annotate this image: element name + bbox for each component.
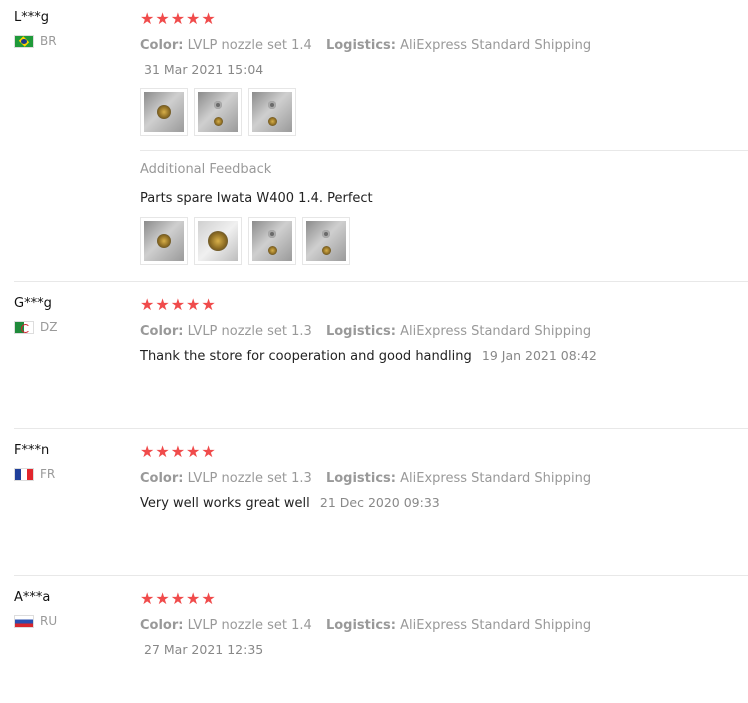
review-divider	[14, 575, 748, 576]
reviewer-info: F***n FR	[14, 443, 134, 481]
reviewer-country: BR	[14, 34, 134, 48]
review-photos	[140, 88, 748, 136]
review-divider	[14, 281, 748, 282]
logistics-value: AliExpress Standard Shipping	[400, 471, 592, 486]
color-value: LVLP nozzle set 1.3	[187, 324, 312, 339]
review-date: 31 Mar 2021 15:04	[144, 62, 264, 77]
additional-feedback-text: Parts spare Iwata W400 1.4. Perfect	[140, 191, 373, 206]
color-value: LVLP nozzle set 1.3	[187, 471, 312, 486]
additional-feedback-title: Additional Feedback	[140, 162, 272, 177]
logistics-label: Logistics:	[325, 618, 396, 633]
star-rating: ★★★★★	[140, 589, 217, 608]
review-date: 27 Mar 2021 12:35	[144, 642, 264, 657]
review-meta: Color: LVLP nozzle set 1.4 Logistics: Al…	[140, 37, 748, 54]
color-label: Color:	[140, 471, 184, 486]
reviewer-name: F***n	[14, 443, 50, 458]
logistics-value: AliExpress Standard Shipping	[400, 324, 592, 339]
review-photo[interactable]	[194, 217, 242, 265]
review-meta: Color: LVLP nozzle set 1.3 Logistics: Al…	[140, 323, 748, 340]
review-meta: Color: LVLP nozzle set 1.4 Logistics: Al…	[140, 617, 748, 634]
reviewer-info: G***g DZ	[14, 296, 134, 334]
star-rating: ★★★★★	[140, 295, 217, 314]
color-label: Color:	[140, 38, 184, 53]
color-value: LVLP nozzle set 1.4	[187, 618, 312, 633]
review-text: Thank the store for cooperation and good…	[140, 349, 472, 364]
logistics-value: AliExpress Standard Shipping	[400, 618, 592, 633]
review-body: ★★★★★ Color: LVLP nozzle set 1.3 Logisti…	[140, 443, 748, 512]
reviewer-country: RU	[14, 614, 134, 628]
country-code: BR	[40, 34, 57, 48]
review-date: 21 Dec 2020 09:33	[319, 495, 440, 510]
flag-br-icon	[14, 34, 34, 48]
review-photo[interactable]	[140, 217, 188, 265]
country-code: RU	[40, 614, 58, 628]
logistics-label: Logistics:	[325, 471, 396, 486]
review-body: ★★★★★ Color: LVLP nozzle set 1.3 Logisti…	[140, 296, 748, 365]
review-photo[interactable]	[302, 217, 350, 265]
review-content: Thank the store for cooperation and good…	[140, 348, 748, 365]
review-body: ★★★★★ Color: LVLP nozzle set 1.4 Logisti…	[140, 9, 748, 265]
color-label: Color:	[140, 618, 184, 633]
review-date: 19 Jan 2021 08:42	[481, 348, 597, 363]
star-rating: ★★★★★	[140, 9, 217, 28]
review-photo[interactable]	[140, 88, 188, 136]
color-value: LVLP nozzle set 1.4	[187, 38, 312, 53]
country-code: FR	[40, 467, 56, 481]
review-photo[interactable]	[248, 88, 296, 136]
flag-dz-icon	[14, 320, 34, 334]
country-code: DZ	[40, 320, 58, 334]
review-divider	[14, 428, 748, 429]
star-rating: ★★★★★	[140, 442, 217, 461]
reviewer-info: A***a RU	[14, 590, 134, 628]
review-photo[interactable]	[248, 217, 296, 265]
reviewer-country: FR	[14, 467, 134, 481]
reviewer-name: A***a	[14, 590, 51, 605]
reviewer-name: L***g	[14, 10, 49, 25]
reviewer-country: DZ	[14, 320, 134, 334]
reviewer-info: L***g BR	[14, 10, 134, 48]
logistics-value: AliExpress Standard Shipping	[400, 38, 592, 53]
review-text: Very well works great well	[140, 496, 310, 511]
review-photo[interactable]	[194, 88, 242, 136]
reviewer-name: G***g	[14, 296, 52, 311]
flag-ru-icon	[14, 614, 34, 628]
logistics-label: Logistics:	[325, 324, 396, 339]
review-meta: Color: LVLP nozzle set 1.3 Logistics: Al…	[140, 470, 748, 487]
color-label: Color:	[140, 324, 184, 339]
feedback-divider	[140, 150, 748, 151]
review-body: ★★★★★ Color: LVLP nozzle set 1.4 Logisti…	[140, 590, 748, 658]
additional-feedback-photos	[140, 217, 350, 265]
logistics-label: Logistics:	[325, 38, 396, 53]
review-content: Very well works great well 21 Dec 2020 0…	[140, 495, 748, 512]
flag-fr-icon	[14, 467, 34, 481]
